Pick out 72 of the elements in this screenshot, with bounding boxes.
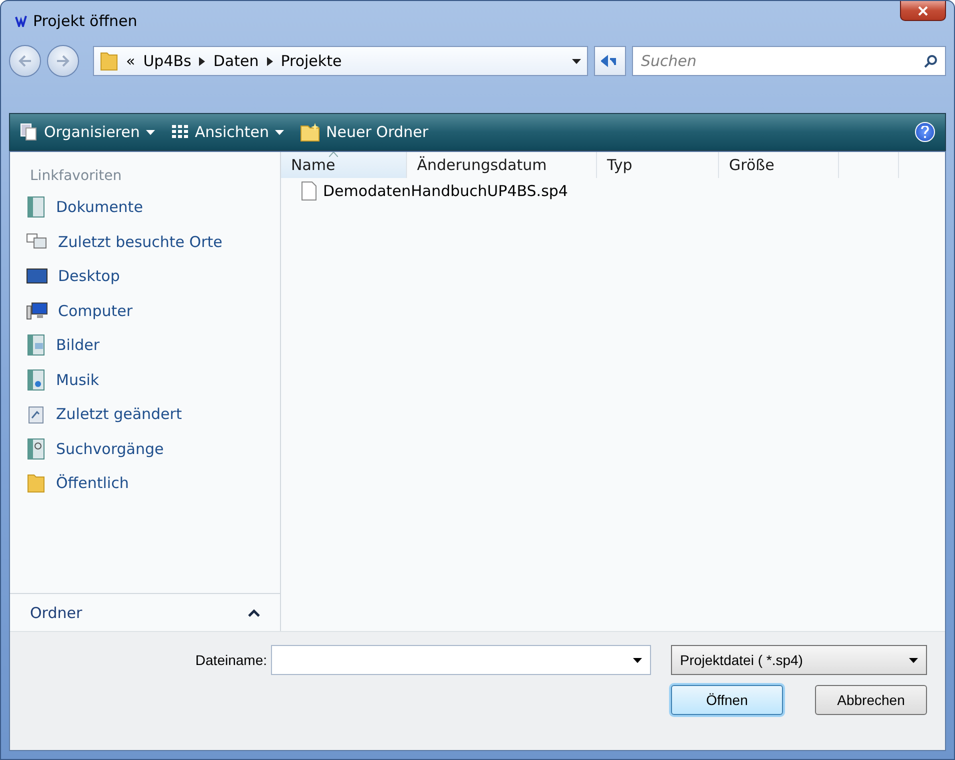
- filename-label: Dateiname:: [195, 652, 267, 668]
- sidebar-item[interactable]: Computer: [10, 294, 280, 328]
- filename-field[interactable]: [271, 645, 651, 675]
- grid-icon: [170, 124, 189, 140]
- refresh-button[interactable]: [594, 46, 626, 76]
- sidebar-heading: Linkfavoriten: [29, 167, 123, 186]
- sidebar-item-label: Suchvorgänge: [56, 440, 164, 458]
- computer-icon: [26, 300, 48, 321]
- dialog-button[interactable]: Öffnen: [671, 685, 783, 715]
- column-header[interactable]: Typ: [597, 152, 719, 178]
- dialog-button[interactable]: Abbrechen: [815, 685, 927, 715]
- chevron-icon: [199, 56, 206, 66]
- filetype-dropdown[interactable]: Projektdatei ( *.sp4): [671, 645, 927, 675]
- sidebar-item[interactable]: Zuletzt geändert: [10, 397, 280, 432]
- column-header[interactable]: Größe: [719, 152, 839, 178]
- breadcrumb[interactable]: Up4Bs: [143, 52, 192, 70]
- toolbar-button[interactable]: Organisieren: [20, 123, 155, 141]
- sidebar-item-label: Bilder: [56, 336, 100, 354]
- back-button[interactable]: [9, 45, 41, 77]
- file-name: DemodatenHandbuchUP4BS.sp4: [323, 182, 568, 200]
- close-button[interactable]: [900, 1, 946, 21]
- document-icon: [26, 196, 46, 218]
- forward-arrow-icon: [56, 55, 70, 67]
- caret-icon: [572, 58, 581, 64]
- sidebar-item[interactable]: Zuletzt besuchte Orte: [10, 224, 280, 259]
- sidebar-item[interactable]: Suchvorgänge: [10, 432, 280, 466]
- sidebar-item[interactable]: Musik: [10, 362, 280, 397]
- breadcrumb[interactable]: Daten: [213, 52, 259, 70]
- music-folder-icon: [26, 368, 46, 391]
- column-header[interactable]: Name: [281, 152, 407, 178]
- caret-icon: [275, 130, 284, 134]
- pictures-folder-icon: [26, 334, 46, 356]
- sidebar-item-label: Zuletzt besuchte Orte: [58, 232, 222, 251]
- caret-icon: [146, 130, 155, 134]
- help-icon: [921, 126, 929, 138]
- search-icon: [924, 54, 938, 68]
- searches-folder-icon: [26, 438, 46, 460]
- refresh-arrows-icon: [601, 54, 619, 68]
- window-title: Projekt öffnen: [33, 12, 138, 30]
- breadcrumb[interactable]: Projekte: [280, 52, 342, 70]
- breadcrumb-overflow[interactable]: «: [126, 52, 136, 70]
- desktop-icon: [26, 268, 48, 284]
- toolbar-button[interactable]: Ansichten: [170, 123, 284, 141]
- sidebar-item[interactable]: Dokumente: [10, 190, 280, 224]
- sidebar-item-label: Computer: [58, 302, 133, 320]
- chevron-icon: [266, 56, 273, 66]
- new-folder-icon: [300, 122, 320, 142]
- caret-icon: [909, 658, 918, 662]
- search-field[interactable]: Suchen: [632, 46, 946, 76]
- file-icon: [301, 181, 317, 201]
- address-bar[interactable]: « Up4Bs Daten Projekte: [93, 46, 588, 76]
- sidebar-item[interactable]: Desktop: [10, 259, 280, 294]
- chevron-icon: [248, 608, 260, 616]
- sidebar-item-label: Dokumente: [56, 198, 143, 216]
- folder-icon: [100, 51, 118, 71]
- app-logo-icon: [15, 15, 27, 27]
- sidebar-item-label: Zuletzt geändert: [56, 405, 182, 424]
- sidebar-item-label: Öffentlich: [56, 474, 129, 492]
- help-button[interactable]: [915, 122, 935, 142]
- column-header[interactable]: Änderungsdatum: [407, 152, 597, 178]
- file-row[interactable]: DemodatenHandbuchUP4BS.sp4: [281, 178, 945, 204]
- pages-icon: [20, 123, 38, 141]
- back-arrow-icon: [18, 55, 32, 67]
- sidebar-item-label: Desktop: [58, 267, 120, 286]
- caret-icon: [633, 658, 642, 662]
- close-icon: [918, 6, 928, 16]
- folder-icon: [26, 472, 46, 494]
- sidebar-item[interactable]: Bilder: [10, 328, 280, 362]
- sidebar-item-label: Musik: [56, 370, 100, 389]
- forward-button[interactable]: [47, 45, 79, 77]
- sidebar-item[interactable]: Öffentlich: [10, 466, 280, 500]
- toolbar-button[interactable]: Neuer Ordner: [300, 122, 428, 142]
